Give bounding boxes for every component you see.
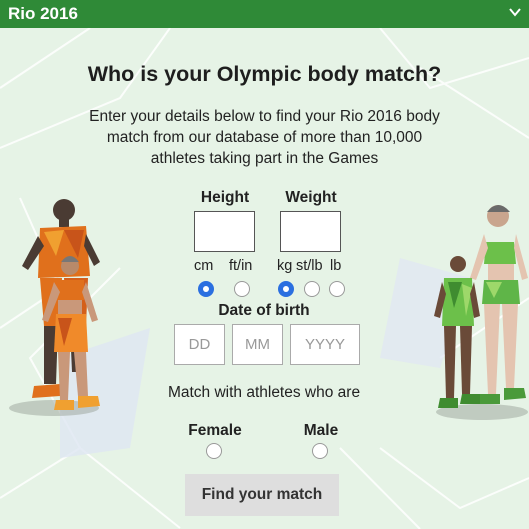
header-bar[interactable]: Rio 2016	[0, 0, 529, 28]
athletes-green-illustration	[434, 205, 528, 420]
unit-kg-label: kg	[277, 258, 293, 274]
height-label: Height	[200, 189, 250, 206]
male-radio[interactable]	[312, 443, 328, 459]
intro-text: Enter your details below to find your Ri…	[89, 108, 440, 167]
dob-year-input[interactable]	[290, 324, 360, 365]
unit-ftin-label: ft/in	[229, 258, 253, 274]
athletes-orange-illustration	[9, 199, 100, 416]
male-label: Male	[303, 422, 339, 439]
find-match-button[interactable]: Find your match	[185, 474, 339, 516]
unit-lb-radio[interactable]	[329, 281, 345, 297]
female-label: Female	[188, 422, 242, 439]
unit-cm-radio[interactable]	[198, 281, 214, 297]
unit-stlb-label: st/lb	[296, 258, 323, 274]
unit-cm-label: cm	[194, 258, 214, 274]
dob-label: Date of birth	[218, 302, 310, 319]
unit-lb-label: lb	[330, 258, 342, 274]
female-radio[interactable]	[206, 443, 222, 459]
unit-stlb-radio[interactable]	[304, 281, 320, 297]
dob-month-input[interactable]	[232, 324, 283, 365]
weight-label: Weight	[285, 189, 337, 206]
header-title: Rio 2016	[8, 4, 78, 23]
page-title: Who is your Olympic body match?	[87, 62, 442, 86]
dob-day-input[interactable]	[174, 324, 225, 365]
height-input[interactable]	[194, 211, 255, 252]
unit-kg-radio[interactable]	[278, 281, 294, 297]
chevron-down-icon[interactable]	[507, 4, 523, 20]
weight-input[interactable]	[280, 211, 341, 252]
unit-ftin-radio[interactable]	[234, 281, 250, 297]
match-prompt: Match with athletes who are	[167, 384, 361, 401]
